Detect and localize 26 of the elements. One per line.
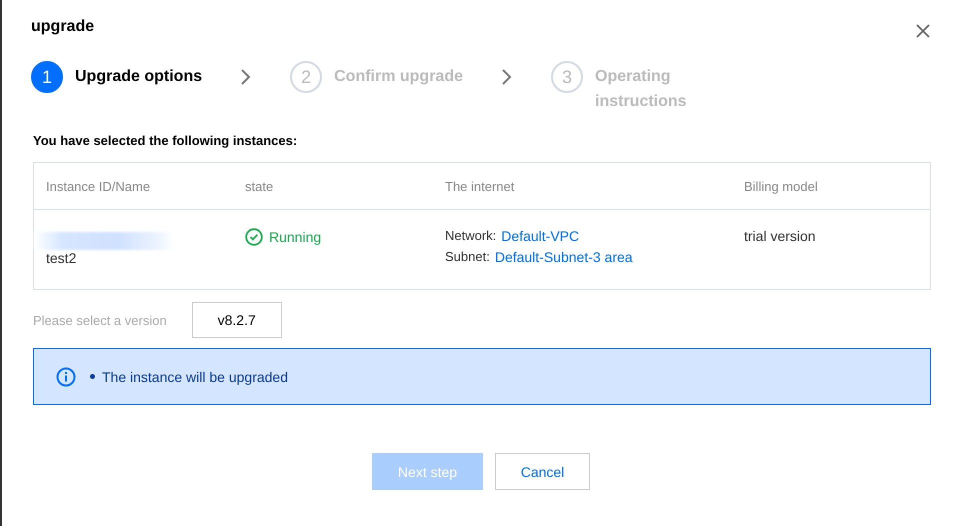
dialog-title: upgrade [31, 18, 94, 37]
field-label: Subnet: [445, 249, 490, 265]
step-number: 1 [31, 61, 63, 93]
field-label: Network: [445, 228, 496, 244]
column-header: Billing model [744, 178, 819, 194]
step-number: 2 [290, 61, 322, 93]
version-label: Please select a version [33, 312, 167, 328]
state-text: Running [245, 228, 322, 246]
column-header: state [245, 178, 274, 194]
column-header: Instance ID/Name [46, 178, 152, 194]
cancel-button[interactable]: Cancel [495, 453, 590, 490]
network-link[interactable]: Default-VPC [501, 228, 580, 244]
info-icon [56, 366, 76, 386]
billing-text: trial version [744, 228, 816, 244]
subnet-link[interactable]: Default-Subnet-3 area [494, 249, 633, 265]
instance-name: test2 [46, 250, 78, 266]
step-number: 3 [551, 61, 583, 93]
check-circle-icon [245, 228, 263, 246]
column-header: The internet [445, 178, 516, 194]
section-heading: You have selected the following instances: [33, 133, 298, 148]
step-label: Upgrade options [75, 67, 202, 87]
step-label: Confirm upgrade [334, 67, 463, 87]
notice-item: The instance will be upgraded [90, 368, 288, 384]
version-select[interactable]: v8.2.7 [192, 302, 282, 338]
step-label: Operating instructions [595, 67, 688, 112]
close-icon[interactable] [915, 23, 931, 39]
